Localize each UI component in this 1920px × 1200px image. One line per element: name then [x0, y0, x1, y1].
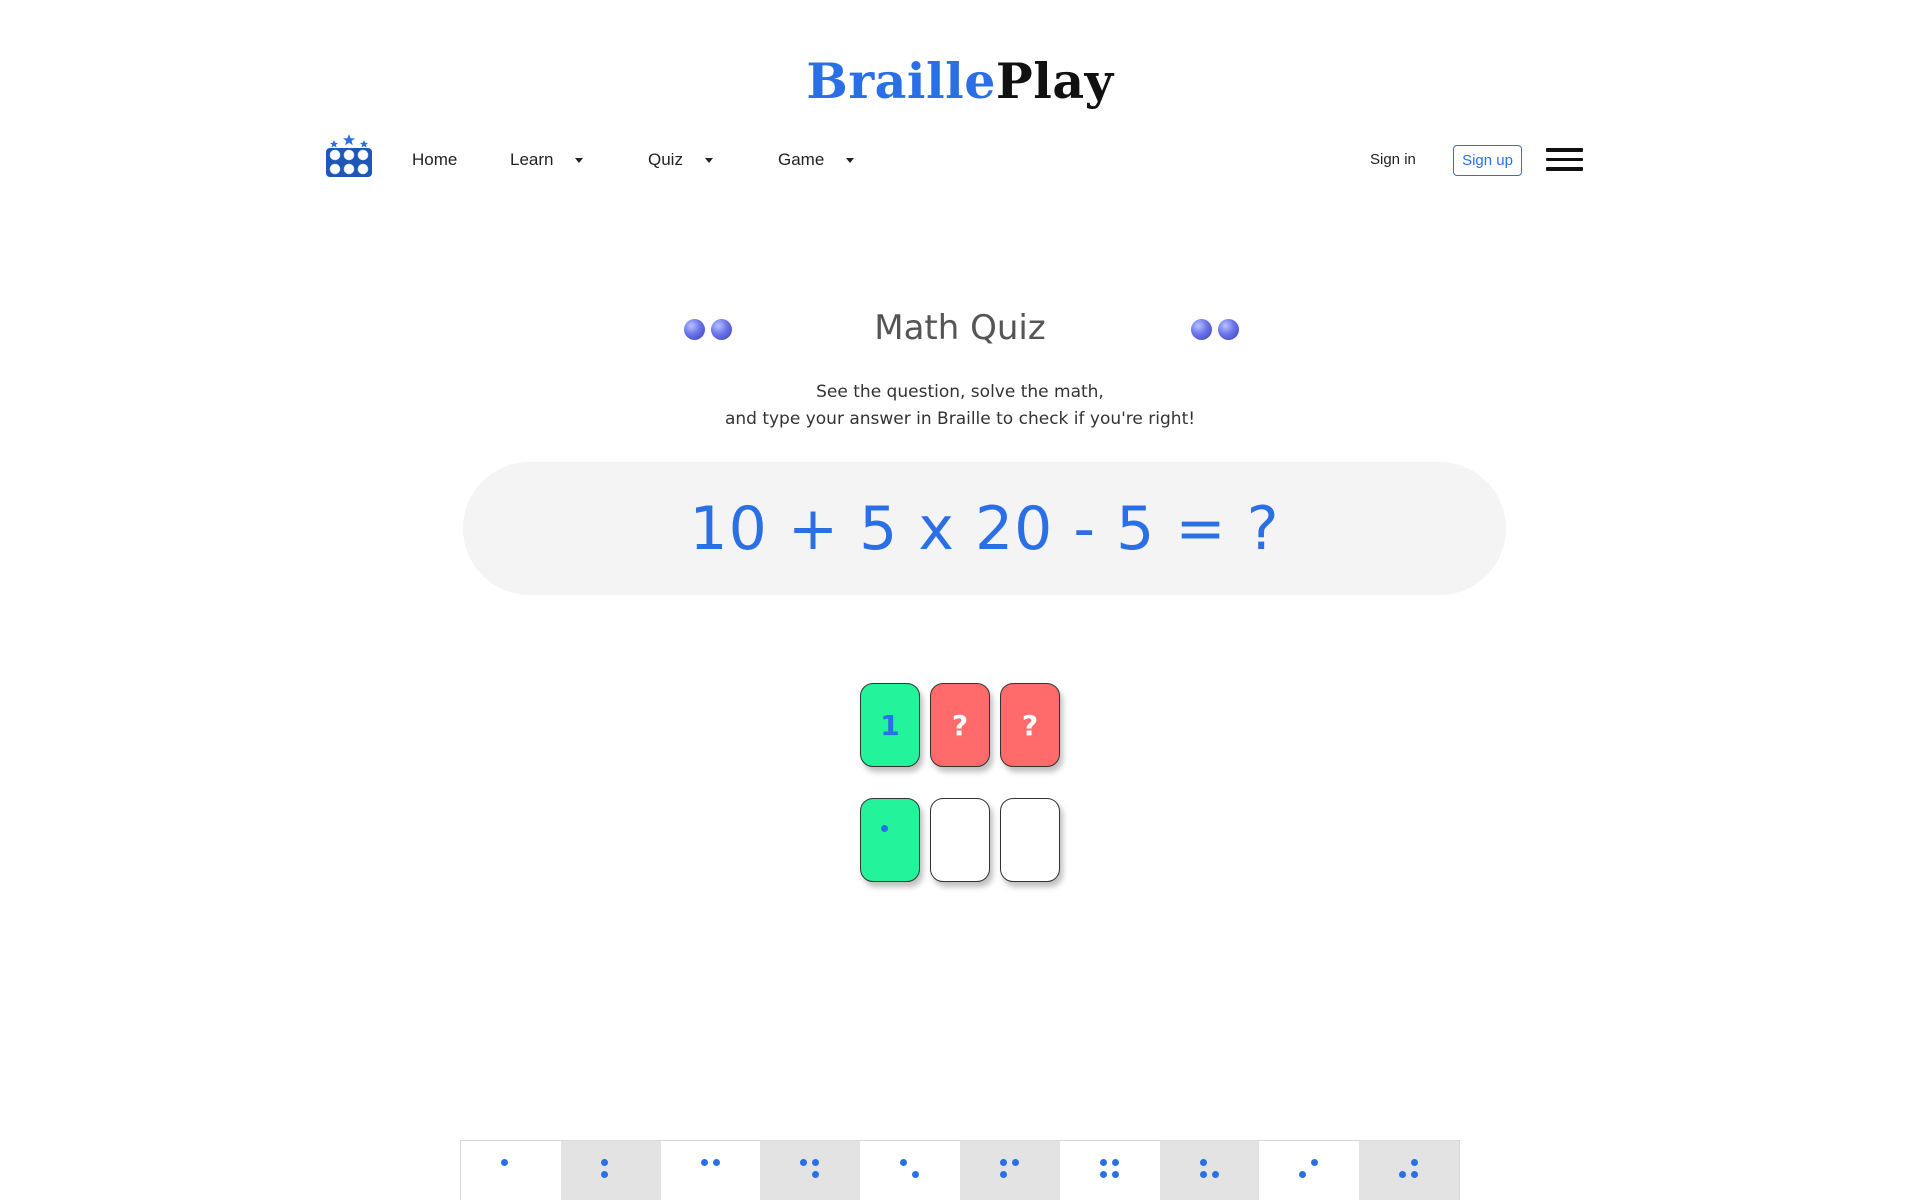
braille-dot [999, 1159, 1007, 1166]
braille-key-9[interactable] [1259, 1141, 1359, 1200]
braille-dot [1099, 1159, 1107, 1166]
braille-dot [812, 1159, 820, 1166]
sign-up-button[interactable]: Sign up [1453, 145, 1522, 176]
instructions-line-2: and type your answer in Braille to check… [724, 409, 1196, 429]
braille-dot [1111, 1159, 1119, 1166]
braille-dot [800, 1159, 808, 1166]
braille-dot [900, 1159, 908, 1166]
instructions-line-1: See the question, solve the math, [816, 382, 1104, 402]
answer-digit-box: ? [1000, 683, 1060, 767]
nav-home-label: Home [412, 150, 458, 169]
chevron-down-icon [575, 158, 584, 164]
braille-dot [1311, 1159, 1319, 1166]
braille-dot [1199, 1159, 1207, 1166]
braille-dot [1299, 1171, 1307, 1178]
braille-dot [999, 1171, 1007, 1178]
braille-key-3[interactable] [661, 1141, 761, 1200]
brand-part-2: Play [995, 52, 1114, 110]
braille-dot [1211, 1171, 1219, 1178]
answer-digit-box: ? [930, 683, 990, 767]
nav-home[interactable]: Home [412, 150, 457, 170]
braille-input-box[interactable] [1000, 798, 1060, 882]
braille-dot [812, 1171, 820, 1178]
nav-quiz-label: Quiz [648, 150, 683, 169]
nav-learn[interactable]: Learn [510, 150, 584, 170]
page-title: Math Quiz [874, 308, 1046, 348]
braille-key-5[interactable] [860, 1141, 960, 1200]
math-question: 10 + 5 x 20 - 5 = ? [689, 493, 1280, 564]
braille-cell-stars-icon[interactable] [325, 130, 373, 178]
braille-dot [881, 825, 888, 832]
braille-dot [1111, 1171, 1119, 1178]
braille-dot [912, 1171, 920, 1178]
decorative-dots-right-icon [1191, 319, 1239, 341]
braille-key-6[interactable] [959, 1141, 1060, 1200]
braille-dot [501, 1159, 508, 1166]
nav-quiz[interactable]: Quiz [648, 150, 713, 170]
nav-game[interactable]: Game [778, 150, 855, 170]
quiz-instructions: See the question, solve the math, and ty… [0, 379, 1920, 433]
hamburger-menu-icon[interactable] [1546, 148, 1583, 173]
nav-game-label: Game [778, 150, 825, 169]
braille-dot [1399, 1171, 1407, 1178]
braille-key-7[interactable] [1060, 1141, 1160, 1200]
brand-logo[interactable]: BraillePlay [0, 52, 1920, 110]
brand-part-1: Braille [806, 52, 996, 110]
braille-dot [1199, 1171, 1207, 1178]
answer-digit-value: 1 [880, 708, 900, 742]
chevron-down-icon [846, 158, 855, 164]
braille-key-1[interactable] [461, 1141, 561, 1200]
braille-input-box[interactable] [930, 798, 990, 882]
braille-input-box[interactable] [860, 798, 920, 882]
question-panel: 10 + 5 x 20 - 5 = ? [463, 462, 1506, 595]
answer-digit-value: ? [951, 708, 969, 742]
braille-keyboard [460, 1140, 1460, 1200]
braille-dot [712, 1159, 720, 1166]
answer-digit-value: ? [1021, 708, 1039, 742]
braille-dot [1011, 1159, 1019, 1166]
nav-learn-label: Learn [510, 150, 554, 169]
braille-dot [1099, 1171, 1107, 1178]
braille-dot [1411, 1171, 1419, 1178]
answer-digit-box: 1 [860, 683, 920, 767]
braille-key-0[interactable] [1359, 1141, 1459, 1200]
braille-key-4[interactable] [760, 1141, 861, 1200]
braille-dot [600, 1159, 608, 1166]
braille-dot [1411, 1159, 1419, 1166]
braille-key-2[interactable] [560, 1141, 661, 1200]
chevron-down-icon [704, 158, 713, 164]
braille-dot [700, 1159, 708, 1166]
braille-key-8[interactable] [1159, 1141, 1260, 1200]
sign-in-link[interactable]: Sign in [1370, 151, 1416, 168]
braille-dot [600, 1171, 608, 1178]
